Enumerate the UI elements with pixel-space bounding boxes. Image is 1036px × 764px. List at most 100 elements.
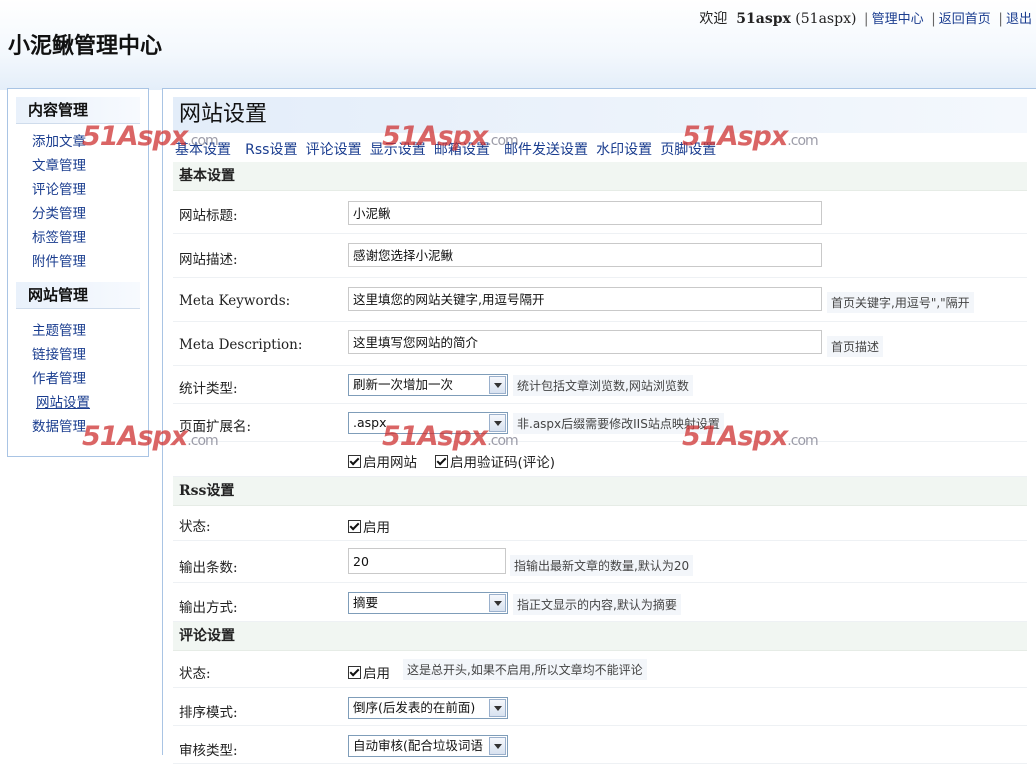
tab-mail-send[interactable]: 邮件发送设置 [504, 142, 588, 158]
comment-enable-checkbox[interactable] [348, 666, 361, 679]
site-title-input[interactable]: 小泥鳅 [348, 201, 822, 225]
rss-enable-option[interactable]: 启用 [348, 516, 390, 536]
sidebar-item-attachment-manage[interactable]: 附件管理 [32, 254, 86, 270]
row-comment-status: 状态: 启用 这是总开头,如果不启用,所以文章均不能评论 [173, 651, 1027, 688]
section-comment-title: 评论设置 [173, 622, 1027, 651]
sidebar-group-site-title: 网站管理 [16, 282, 140, 309]
row-comment-order: 排序模式: 倒序(后发表的在前面) [173, 688, 1027, 726]
rss-mode-select[interactable]: 摘要 [348, 592, 508, 614]
row-rss-count: 输出条数: 20 指输出最新文章的数量,默认为20 [173, 541, 1027, 583]
page-extension-hint: 非.aspx后缀需要修改IIS站点映射设置 [513, 413, 724, 434]
tab-basic[interactable]: 基本设置 [175, 142, 231, 158]
comment-order-select[interactable]: 倒序(后发表的在前面) [348, 697, 508, 719]
site-desc-input[interactable]: 感谢您选择小泥鳅 [348, 243, 822, 267]
page-extension-select[interactable]: .aspx [348, 412, 508, 434]
enable-site-label: 启用网站 [363, 455, 417, 471]
page-extension-value: .aspx [353, 415, 387, 430]
comment-audit-label: 审核类型: [179, 743, 238, 759]
meta-description-hint: 首页描述 [827, 336, 884, 357]
sidebar-content-list: 添加文章 文章管理 评论管理 分类管理 标签管理 附件管理 [8, 130, 148, 274]
chevron-down-icon [489, 414, 506, 432]
sidebar-item-site-settings[interactable]: 网站设置 [36, 395, 90, 411]
tab-mailbox[interactable]: 邮箱设置 [434, 142, 490, 158]
row-enable-options: 启用网站 启用验证码(评论) [173, 442, 1027, 477]
row-meta-keywords: Meta Keywords: 这里填您的网站关键字,用逗号隔开 首页关键字,用逗… [173, 278, 1027, 322]
stat-type-label: 统计类型: [179, 381, 238, 397]
page-title: 网站设置 [173, 97, 1027, 133]
rss-count-hint: 指输出最新文章的数量,默认为20 [510, 555, 694, 576]
page-extension-label: 页面扩展名: [179, 419, 252, 435]
enable-site-option[interactable]: 启用网站 [348, 451, 417, 471]
rss-mode-hint: 指正文显示的内容,默认为摘要 [513, 594, 681, 615]
meta-description-label: Meta Description: [179, 337, 303, 353]
sidebar-item-article-manage[interactable]: 文章管理 [32, 158, 86, 174]
chevron-down-icon [489, 594, 506, 612]
row-meta-description: Meta Description: 这里填写您网站的简介 首页描述 [173, 322, 1027, 366]
comment-enable-option[interactable]: 启用 [348, 662, 390, 682]
sidebar-site-list: 主题管理 链接管理 作者管理 网站设置 数据管理 [8, 319, 148, 439]
meta-description-input[interactable]: 这里填写您网站的简介 [348, 330, 822, 354]
site-title-label: 网站标题: [179, 208, 238, 224]
row-site-title: 网站标题: 小泥鳅 [173, 191, 1027, 234]
enable-captcha-checkbox[interactable] [435, 455, 448, 468]
username: 51aspx [736, 11, 791, 27]
rss-count-label: 输出条数: [179, 560, 238, 576]
tab-comment[interactable]: 评论设置 [306, 142, 362, 158]
site-title: 小泥鳅管理中心 [8, 34, 163, 59]
sidebar-item-theme-manage[interactable]: 主题管理 [32, 323, 86, 339]
welcome-text: 欢迎 [699, 11, 728, 27]
enable-captcha-option[interactable]: 启用验证码(评论) [435, 451, 555, 471]
rss-mode-label: 输出方式: [179, 600, 238, 616]
rss-enable-label: 启用 [363, 520, 390, 536]
return-home-link[interactable]: 返回首页 [939, 12, 991, 27]
sidebar: 内容管理 添加文章 文章管理 评论管理 分类管理 标签管理 附件管理 网站管理 … [7, 88, 149, 457]
username-paren: (51aspx) [795, 11, 857, 27]
row-site-desc: 网站描述: 感谢您选择小泥鳅 [173, 234, 1027, 278]
chevron-down-icon [489, 737, 506, 755]
stat-type-select[interactable]: 刷新一次增加一次 [348, 374, 508, 396]
stat-type-hint: 统计包括文章浏览数,网站浏览数 [513, 375, 693, 396]
sidebar-item-author-manage[interactable]: 作者管理 [32, 371, 86, 387]
admin-center-link[interactable]: 管理中心 [872, 12, 924, 27]
top-nav: 欢迎 51aspx (51aspx) | 管理中心 | 返回首页 | 退出 [699, 11, 1032, 27]
comment-status-hint: 这是总开头,如果不启用,所以文章均不能评论 [403, 659, 647, 680]
main-panel: 网站设置 基本设置 Rss设置 评论设置 显示设置 邮箱设置 邮件发送设置 水印… [162, 88, 1036, 764]
meta-keywords-input[interactable]: 这里填您的网站关键字,用逗号隔开 [348, 287, 822, 311]
sidebar-item-category-manage[interactable]: 分类管理 [32, 206, 86, 222]
tab-footer[interactable]: 页脚设置 [660, 142, 716, 158]
settings-form: 基本设置 网站标题: 小泥鳅 网站描述: 感谢您选择小泥鳅 Meta Keywo… [173, 162, 1027, 764]
rss-count-input[interactable]: 20 [348, 548, 506, 574]
sidebar-item-link-manage[interactable]: 链接管理 [32, 347, 86, 363]
comment-order-value: 倒序(后发表的在前面) [353, 700, 476, 715]
comment-enable-label: 启用 [363, 666, 390, 682]
comment-status-label: 状态: [179, 666, 211, 682]
tab-display[interactable]: 显示设置 [370, 142, 426, 158]
logout-link[interactable]: 退出 [1006, 12, 1032, 27]
chevron-down-icon [489, 699, 506, 717]
sidebar-item-add-article[interactable]: 添加文章 [32, 134, 86, 150]
meta-keywords-hint: 首页关键字,用逗号","隔开 [827, 292, 974, 313]
rss-enable-checkbox[interactable] [348, 520, 361, 533]
comment-audit-value: 自动审核(配合垃圾词语 [353, 738, 483, 753]
row-rss-status: 状态: 启用 [173, 506, 1027, 541]
tab-rss[interactable]: Rss设置 [245, 142, 297, 158]
site-desc-label: 网站描述: [179, 252, 238, 268]
comment-order-label: 排序模式: [179, 705, 238, 721]
row-comment-audit: 审核类型: 自动审核(配合垃圾词语 [173, 726, 1027, 764]
rss-mode-value: 摘要 [353, 595, 379, 610]
rss-status-label: 状态: [179, 519, 211, 535]
row-stat-type: 统计类型: 刷新一次增加一次 统计包括文章浏览数,网站浏览数 [173, 366, 1027, 404]
meta-keywords-label: Meta Keywords: [179, 293, 291, 309]
sidebar-group-content-title: 内容管理 [16, 97, 140, 124]
chevron-down-icon [489, 376, 506, 394]
sidebar-item-tag-manage[interactable]: 标签管理 [32, 230, 86, 246]
tab-watermark[interactable]: 水印设置 [596, 142, 652, 158]
enable-captcha-label: 启用验证码(评论) [450, 455, 556, 471]
section-rss-title: Rss设置 [173, 477, 1027, 506]
row-rss-mode: 输出方式: 摘要 指正文显示的内容,默认为摘要 [173, 583, 1027, 622]
sidebar-item-data-manage[interactable]: 数据管理 [32, 419, 86, 435]
row-page-extension: 页面扩展名: .aspx 非.aspx后缀需要修改IIS站点映射设置 [173, 404, 1027, 442]
enable-site-checkbox[interactable] [348, 455, 361, 468]
sidebar-item-comment-manage[interactable]: 评论管理 [32, 182, 86, 198]
section-basic-title: 基本设置 [173, 162, 1027, 191]
